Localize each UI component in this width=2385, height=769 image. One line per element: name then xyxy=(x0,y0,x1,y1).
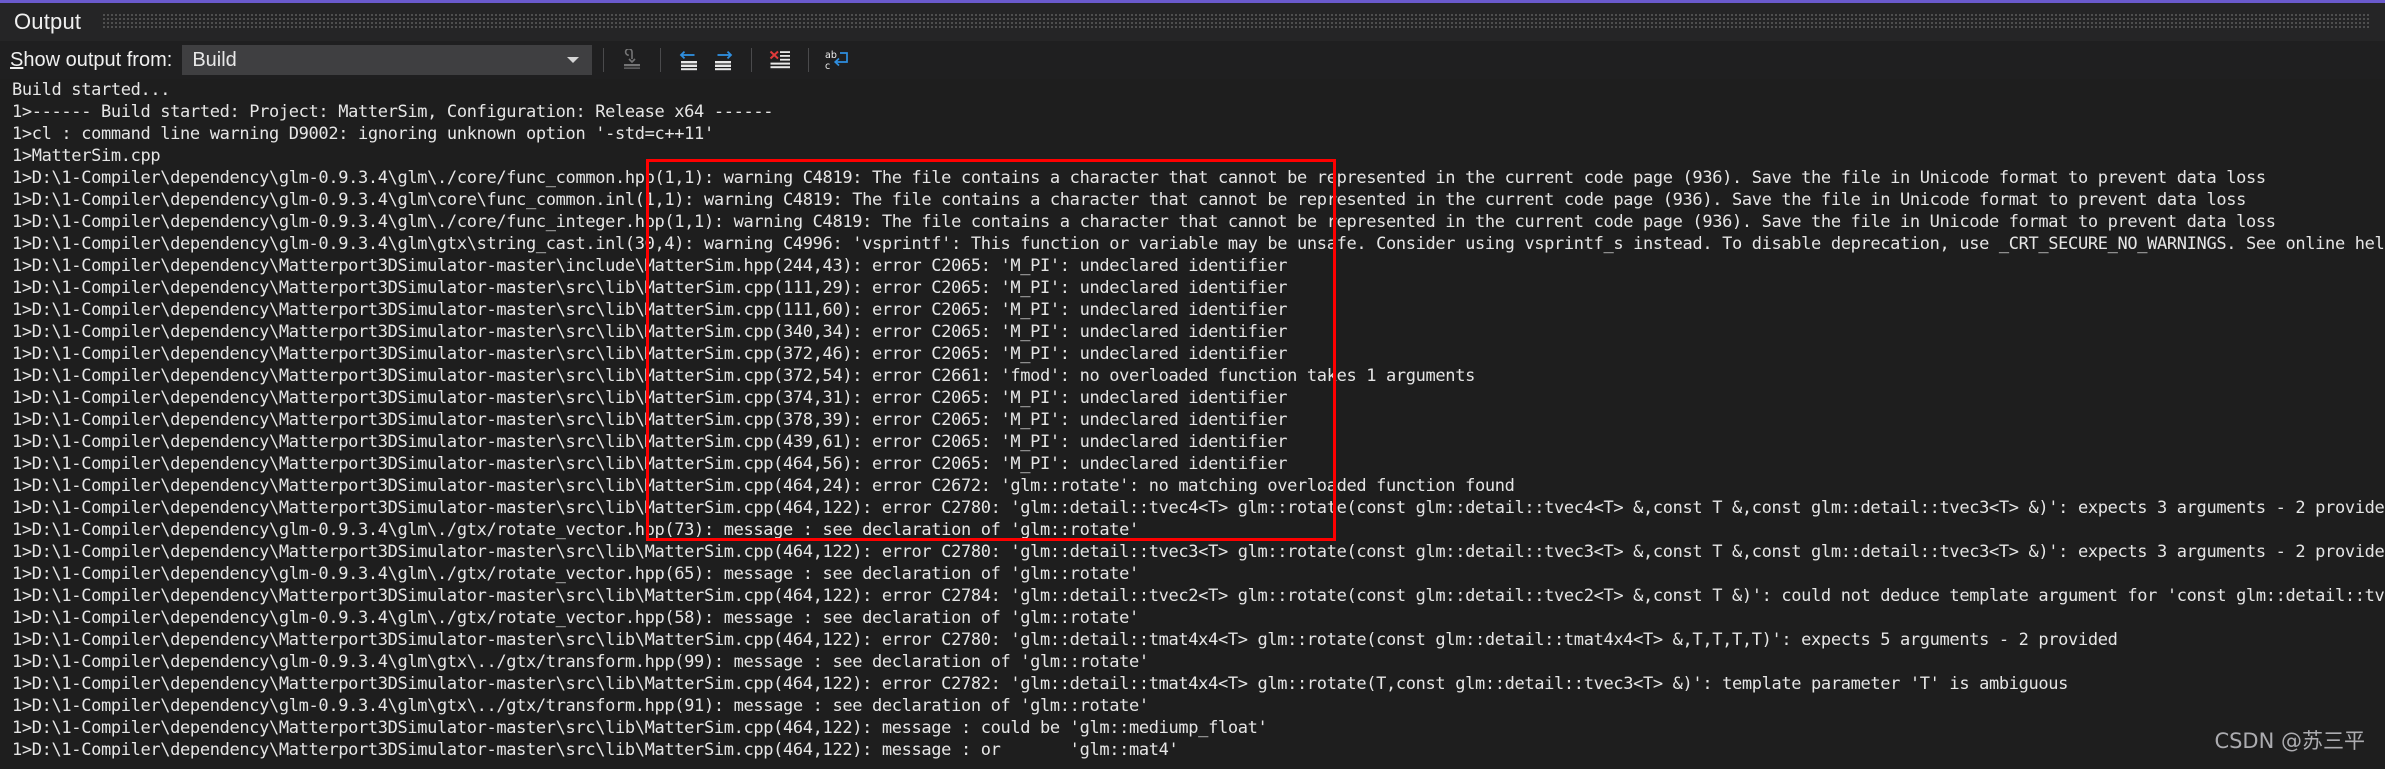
output-line[interactable]: 1>D:\1-Compiler\dependency\Matterport3DS… xyxy=(0,541,2385,563)
output-line[interactable]: 1>D:\1-Compiler\dependency\Matterport3DS… xyxy=(0,365,2385,387)
go-to-next-message-button[interactable] xyxy=(706,45,740,75)
go-to-previous-message-button[interactable] xyxy=(672,45,706,75)
output-line[interactable]: 1>D:\1-Compiler\dependency\Matterport3DS… xyxy=(0,585,2385,607)
output-line[interactable]: 1>D:\1-Compiler\dependency\Matterport3DS… xyxy=(0,475,2385,497)
output-line[interactable]: 1>D:\1-Compiler\dependency\glm-0.9.3.4\g… xyxy=(0,189,2385,211)
output-source-select[interactable]: Build xyxy=(182,45,593,75)
toolbar-separator xyxy=(603,48,605,72)
output-lines-container: Build started... 1>------ Build started: … xyxy=(0,79,2385,761)
clear-all-button[interactable] xyxy=(763,45,797,75)
output-line[interactable]: 1>D:\1-Compiler\dependency\Matterport3DS… xyxy=(0,431,2385,453)
clear-all-icon xyxy=(770,50,791,69)
svg-text:c: c xyxy=(825,61,830,71)
toolbar-separator xyxy=(751,48,753,72)
chevron-down-icon[interactable] xyxy=(567,57,580,63)
output-line[interactable]: Build started... xyxy=(0,79,2385,101)
output-line[interactable]: 1>D:\1-Compiler\dependency\glm-0.9.3.4\g… xyxy=(0,695,2385,717)
show-output-from-label: Show output from: xyxy=(0,49,182,72)
output-line[interactable]: 1>D:\1-Compiler\dependency\Matterport3DS… xyxy=(0,717,2385,739)
output-line[interactable]: 1>D:\1-Compiler\dependency\Matterport3DS… xyxy=(0,343,2385,365)
show-output-from-label-accesskey: S xyxy=(10,48,24,71)
output-line[interactable]: 1>D:\1-Compiler\dependency\Matterport3DS… xyxy=(0,453,2385,475)
output-line[interactable]: 1>D:\1-Compiler\dependency\glm-0.9.3.4\g… xyxy=(0,211,2385,233)
output-line[interactable]: 1>D:\1-Compiler\dependency\glm-0.9.3.4\g… xyxy=(0,563,2385,585)
go-to-message-icon xyxy=(624,49,641,69)
page-title: Output xyxy=(14,9,82,34)
output-line[interactable]: 1>D:\1-Compiler\dependency\Matterport3DS… xyxy=(0,277,2385,299)
output-line[interactable]: 1>D:\1-Compiler\dependency\Matterport3DS… xyxy=(0,629,2385,651)
output-line[interactable]: 1>D:\1-Compiler\dependency\Matterport3DS… xyxy=(0,255,2385,277)
word-wrap-icon: ab c xyxy=(825,50,849,71)
output-line[interactable]: 1>MatterSim.cpp xyxy=(0,145,2385,167)
output-line[interactable]: 1>D:\1-Compiler\dependency\Matterport3DS… xyxy=(0,497,2385,519)
output-line[interactable]: 1>cl : command line warning D9002: ignor… xyxy=(0,123,2385,145)
output-line[interactable]: 1>D:\1-Compiler\dependency\Matterport3DS… xyxy=(0,387,2385,409)
output-line[interactable]: 1>D:\1-Compiler\dependency\glm-0.9.3.4\g… xyxy=(0,167,2385,189)
output-line[interactable]: 1>D:\1-Compiler\dependency\glm-0.9.3.4\g… xyxy=(0,233,2385,255)
output-line[interactable]: 1>------ Build started: Project: MatterS… xyxy=(0,101,2385,123)
arrow-right-icon xyxy=(715,50,733,71)
arrow-left-icon xyxy=(680,50,698,71)
output-line[interactable]: 1>D:\1-Compiler\dependency\Matterport3DS… xyxy=(0,673,2385,695)
show-output-from-label-rest: how output from: xyxy=(23,48,173,71)
toggle-word-wrap-button[interactable]: ab c xyxy=(820,45,854,75)
svg-text:ab: ab xyxy=(825,50,837,61)
output-line[interactable]: 1>D:\1-Compiler\dependency\glm-0.9.3.4\g… xyxy=(0,519,2385,541)
watermark-label: CSDN @苏三平 xyxy=(2214,729,2365,753)
output-line[interactable]: 1>D:\1-Compiler\dependency\Matterport3DS… xyxy=(0,299,2385,321)
toolbar-separator xyxy=(808,48,810,72)
output-line[interactable]: 1>D:\1-Compiler\dependency\Matterport3DS… xyxy=(0,739,2385,761)
output-window-title-bar: Output xyxy=(0,3,2385,41)
output-line[interactable]: 1>D:\1-Compiler\dependency\Matterport3DS… xyxy=(0,409,2385,431)
output-toolbar: Show output from: Build ab c xyxy=(0,41,2385,79)
output-line[interactable]: 1>D:\1-Compiler\dependency\glm-0.9.3.4\g… xyxy=(0,651,2385,673)
toolbar-separator xyxy=(660,48,662,72)
output-line[interactable]: 1>D:\1-Compiler\dependency\Matterport3DS… xyxy=(0,321,2385,343)
find-message-in-code-button[interactable] xyxy=(615,45,649,75)
output-source-selected-value: Build xyxy=(192,48,237,71)
toolbar-drag-grip[interactable] xyxy=(103,14,2371,30)
output-text-pane[interactable]: Build started... 1>------ Build started: … xyxy=(0,79,2385,769)
output-line[interactable]: 1>D:\1-Compiler\dependency\glm-0.9.3.4\g… xyxy=(0,607,2385,629)
